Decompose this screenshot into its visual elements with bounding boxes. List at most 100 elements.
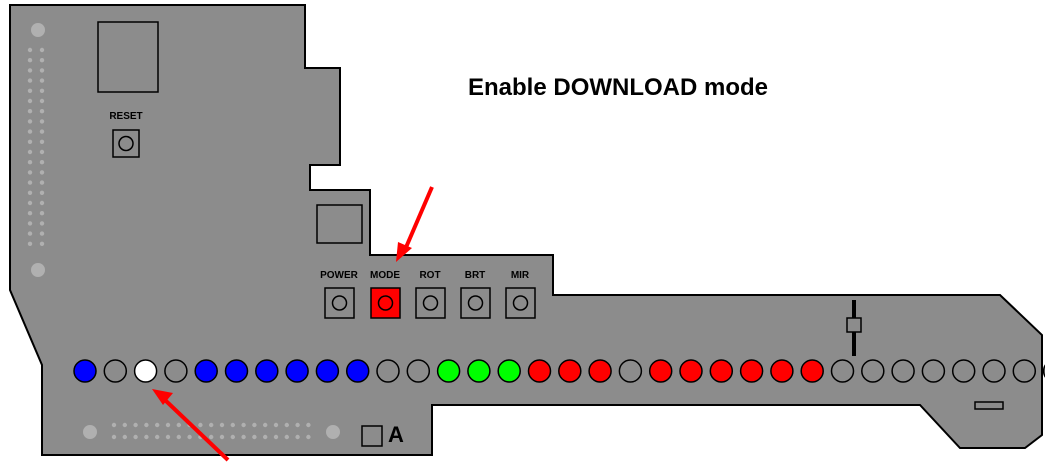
led-red [558, 359, 582, 383]
header-pin [176, 422, 181, 428]
header-pin [273, 434, 279, 440]
connector-slot [974, 401, 1004, 410]
header-pin [263, 422, 268, 428]
led-red [648, 359, 673, 383]
led-green [497, 359, 521, 383]
chip-top [97, 21, 159, 93]
header-pin [39, 58, 45, 63]
chip-middle [316, 204, 363, 244]
header-pin [133, 434, 138, 440]
header-pin [284, 434, 289, 440]
led-off [891, 359, 915, 383]
header-pin [39, 231, 45, 236]
led-blue [285, 359, 309, 383]
header-pin [230, 434, 235, 440]
header-pin [27, 221, 33, 226]
header-pin [230, 422, 235, 428]
header-pin [306, 434, 311, 440]
header-pin [122, 422, 128, 428]
header-pin [306, 422, 311, 428]
header-pin [27, 180, 33, 185]
header-pin [187, 434, 192, 440]
header-pin [155, 422, 160, 428]
mounting-hole [31, 263, 45, 277]
header-pin [39, 180, 45, 185]
header-pin [252, 434, 257, 440]
led-white [133, 359, 158, 383]
arrow-to-mode [396, 186, 434, 262]
header-pin [39, 119, 45, 124]
header-pin [39, 160, 45, 165]
header-pin [39, 98, 45, 104]
header-pin [176, 434, 181, 440]
header-pin [165, 434, 171, 440]
corner-a-box [361, 425, 383, 447]
mounting-hole [326, 425, 340, 439]
led-off [951, 359, 976, 383]
header-pin [27, 160, 33, 165]
rot-button[interactable] [415, 287, 446, 319]
header-pin [219, 422, 225, 428]
header-pin [39, 241, 45, 246]
led-off [103, 359, 128, 383]
header-pin [165, 422, 171, 428]
led-red [800, 359, 824, 383]
header-pin [295, 434, 300, 440]
power-button[interactable] [324, 287, 355, 319]
header-pin [39, 68, 45, 73]
header-pin [27, 129, 33, 134]
led-red [679, 359, 703, 383]
led-green [467, 359, 491, 383]
pcb-board-diagram [9, 4, 1045, 462]
header-pin [252, 422, 257, 428]
mode-button[interactable] [370, 287, 401, 319]
header-pin [219, 434, 225, 440]
header-pin [144, 434, 149, 440]
header-pin [39, 200, 45, 206]
header-pin [209, 434, 214, 440]
diagram-stage: Enable DOWNLOAD mode RESET POWER MODE RO… [0, 0, 1045, 464]
led-blue [345, 359, 370, 383]
corner-a-label: A [388, 422, 404, 447]
mir-button[interactable] [505, 287, 536, 319]
led-off [376, 359, 400, 383]
header-pin [27, 88, 33, 94]
led-off [164, 359, 188, 383]
header-pin [27, 139, 33, 144]
header-pin [27, 68, 33, 73]
header-pin [39, 78, 45, 83]
header-pin [27, 200, 33, 206]
header-pin [39, 129, 45, 134]
brt-button[interactable] [460, 287, 491, 319]
led-red [588, 359, 612, 383]
led-off [861, 359, 885, 383]
header-pin [122, 434, 128, 440]
header-pin [27, 58, 33, 63]
led-blue [255, 359, 279, 383]
header-pin [39, 139, 45, 144]
header-pin [144, 422, 149, 428]
header-pin [27, 78, 33, 83]
header-pin [133, 422, 138, 428]
slider-knob[interactable] [846, 317, 862, 333]
header-pin [209, 422, 214, 428]
led-red [739, 359, 764, 383]
header-pin [39, 88, 45, 94]
led-off [406, 359, 431, 383]
header-pin [27, 231, 33, 236]
header-pin [39, 190, 45, 195]
led-blue [194, 359, 218, 383]
led-off [618, 359, 643, 383]
led-blue [315, 359, 340, 383]
header-pin [284, 422, 289, 428]
header-pin [39, 211, 45, 216]
header-pin [27, 170, 33, 175]
mir-label: MIR [510, 270, 530, 281]
header-pin [39, 47, 45, 53]
header-pin [39, 170, 45, 175]
led-blue [224, 359, 249, 383]
reset-button[interactable] [112, 129, 140, 158]
led-off [830, 359, 855, 383]
header-pin [27, 190, 33, 195]
mounting-hole [83, 425, 97, 439]
